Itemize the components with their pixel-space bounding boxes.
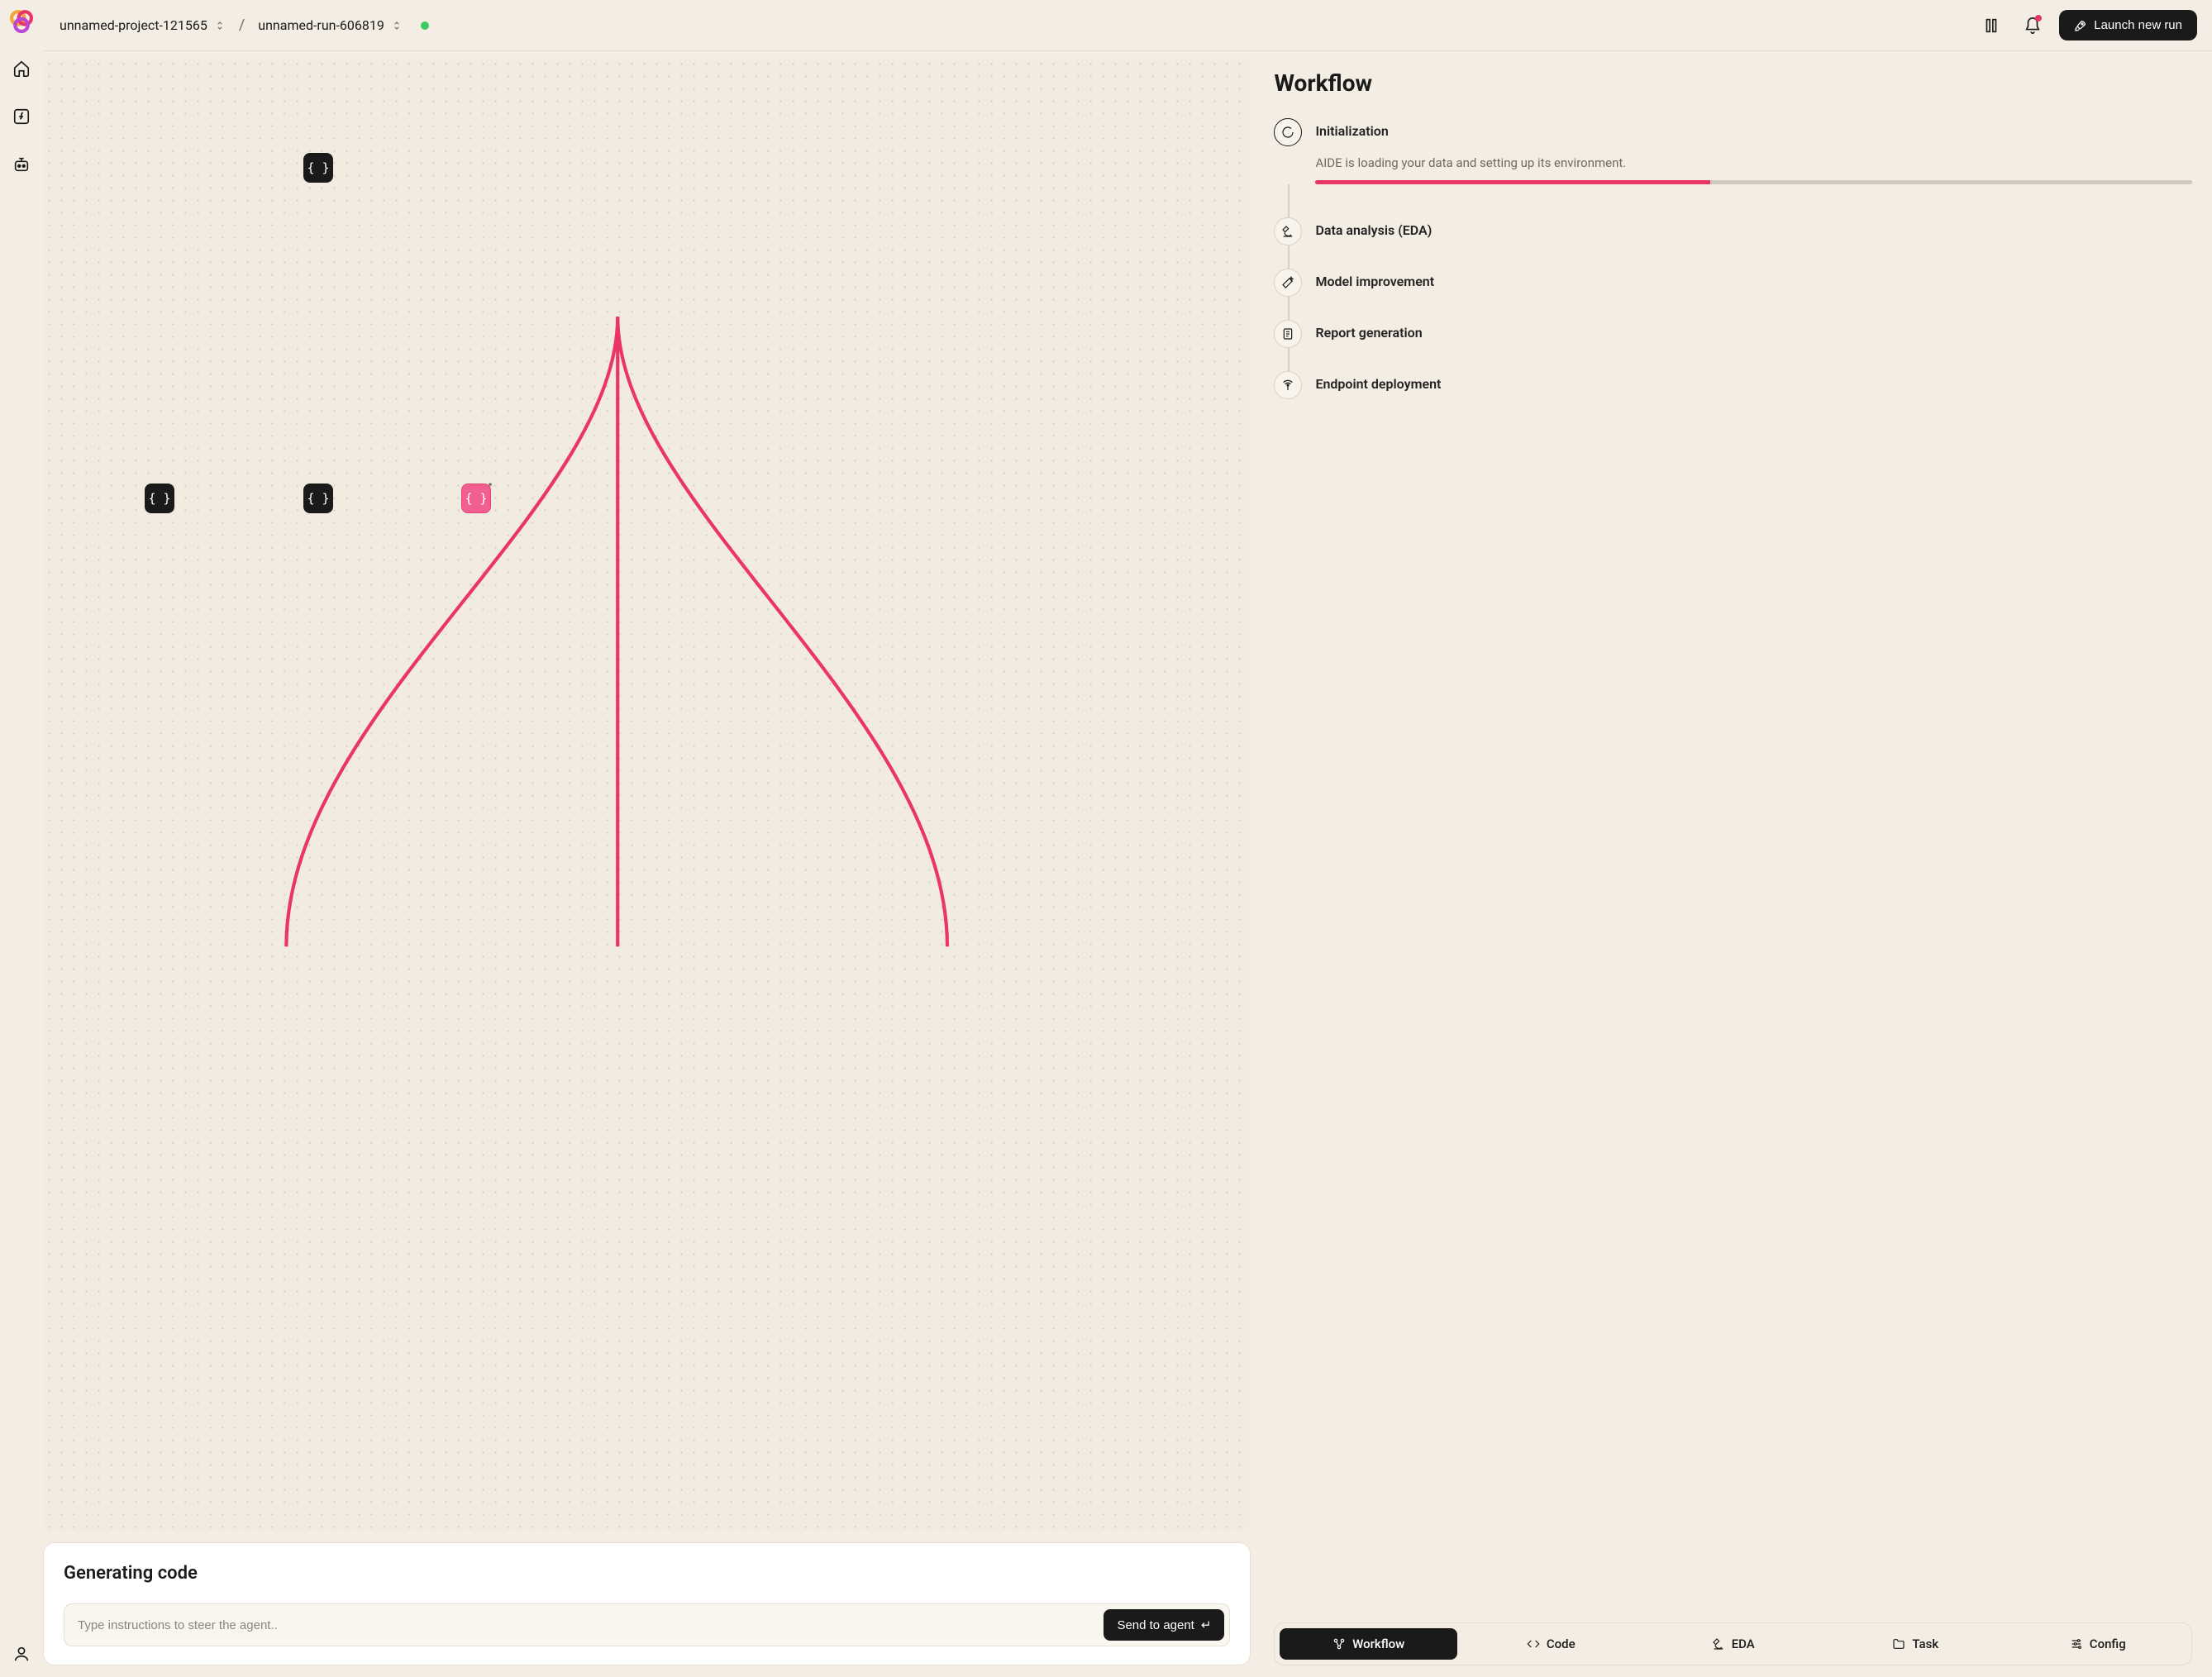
workflow-step-desc: AIDE is loading your data and setting up… [1315,155,2192,170]
notification-badge [2035,15,2042,21]
breadcrumb-project-label: unnamed-project-121565 [60,17,207,33]
workflow-progress-bar [1315,180,1709,184]
panel-tabs: Workflow Code EDA Task [1274,1622,2192,1665]
workflow-step-init[interactable]: Initialization AIDE is loading your data… [1274,118,2192,184]
app-logo [7,8,36,36]
workflow-steps: Initialization AIDE is loading your data… [1274,118,2192,399]
tab-label: Workflow [1352,1637,1404,1651]
workflow-progress [1315,180,2192,184]
run-status-indicator [421,21,429,30]
workflow-step-title: Report generation [1315,325,2192,341]
scroll-icon [1274,320,1302,348]
workflow-step-title: Initialization [1315,123,2192,139]
microscope-icon [1274,217,1302,245]
graph-node-child-3[interactable]: { } * [461,484,491,513]
flow-icon [1332,1637,1346,1651]
compose-input-row: Send to agent ↵ [64,1603,1230,1646]
tab-eda[interactable]: EDA [1644,1628,1822,1660]
tab-config[interactable]: Config [2009,1628,2187,1660]
chevron-updown-icon [214,20,226,31]
rocket-icon [2074,19,2087,32]
microscope-icon [1712,1637,1725,1651]
tab-label: Config [2090,1637,2126,1651]
tab-label: EDA [1732,1637,1755,1651]
workflow-step-report[interactable]: Report generation [1274,320,2192,348]
header: unnamed-project-121565 / unnamed-run-606… [43,0,2212,51]
workflow-step-title: Model improvement [1315,274,2192,289]
tab-label: Code [1547,1637,1576,1651]
wand-icon [1274,269,1302,297]
workflow-step-eda[interactable]: Data analysis (EDA) [1274,217,2192,245]
notifications-button[interactable] [2018,11,2048,40]
tab-label: Task [1912,1637,1938,1651]
code-icon [1527,1637,1540,1651]
breadcrumb-project[interactable]: unnamed-project-121565 [60,17,226,33]
launch-run-button[interactable]: Launch new run [2059,10,2197,40]
workflow-step-model[interactable]: Model improvement [1274,269,2192,297]
folder-icon [1892,1637,1905,1651]
tab-task[interactable]: Task [1827,1628,2005,1660]
graph-node-root[interactable]: { } [303,153,333,183]
graph-node-child-2[interactable]: { } [303,484,333,513]
pause-button[interactable] [1976,11,2006,40]
sliders-icon [2070,1637,2083,1651]
agent-instruction-input[interactable] [78,1618,1104,1632]
graph-canvas[interactable]: { } { } { } { } * [43,58,1251,1531]
nav-rail [0,0,43,1677]
spinner-icon [1274,118,1302,146]
tab-workflow[interactable]: Workflow [1280,1628,1457,1660]
launch-run-label: Launch new run [2094,18,2182,32]
send-to-agent-button[interactable]: Send to agent ↵ [1104,1609,1224,1641]
breadcrumb-run-label: unnamed-run-606819 [258,17,384,33]
compose-card: Generating code Send to agent ↵ [43,1542,1251,1665]
workflow-title: Workflow [1274,69,2192,97]
nav-robot[interactable] [6,149,37,180]
graph-node-child-1[interactable]: { } [145,484,174,513]
antenna-icon [1274,371,1302,399]
nav-home[interactable] [6,53,37,84]
workflow-step-title: Data analysis (EDA) [1315,222,2192,238]
nav-function[interactable] [6,101,37,132]
enter-key-icon: ↵ [1201,1617,1212,1632]
workflow-step-deploy[interactable]: Endpoint deployment [1274,371,2192,399]
nav-user[interactable] [6,1646,37,1677]
workflow-step-title: Endpoint deployment [1315,376,2192,392]
workflow-panel: Workflow Initialization AIDE is loading … [1257,51,2212,1677]
compose-heading: Generating code [64,1563,1230,1584]
graph-edges [43,58,1251,1387]
chevron-updown-icon [391,20,403,31]
send-to-agent-label: Send to agent [1117,1618,1194,1632]
breadcrumb-separator: / [239,17,245,34]
breadcrumb-run[interactable]: unnamed-run-606819 [258,17,403,33]
graph-node-badge: * [488,482,493,491]
tab-code[interactable]: Code [1462,1628,1640,1660]
